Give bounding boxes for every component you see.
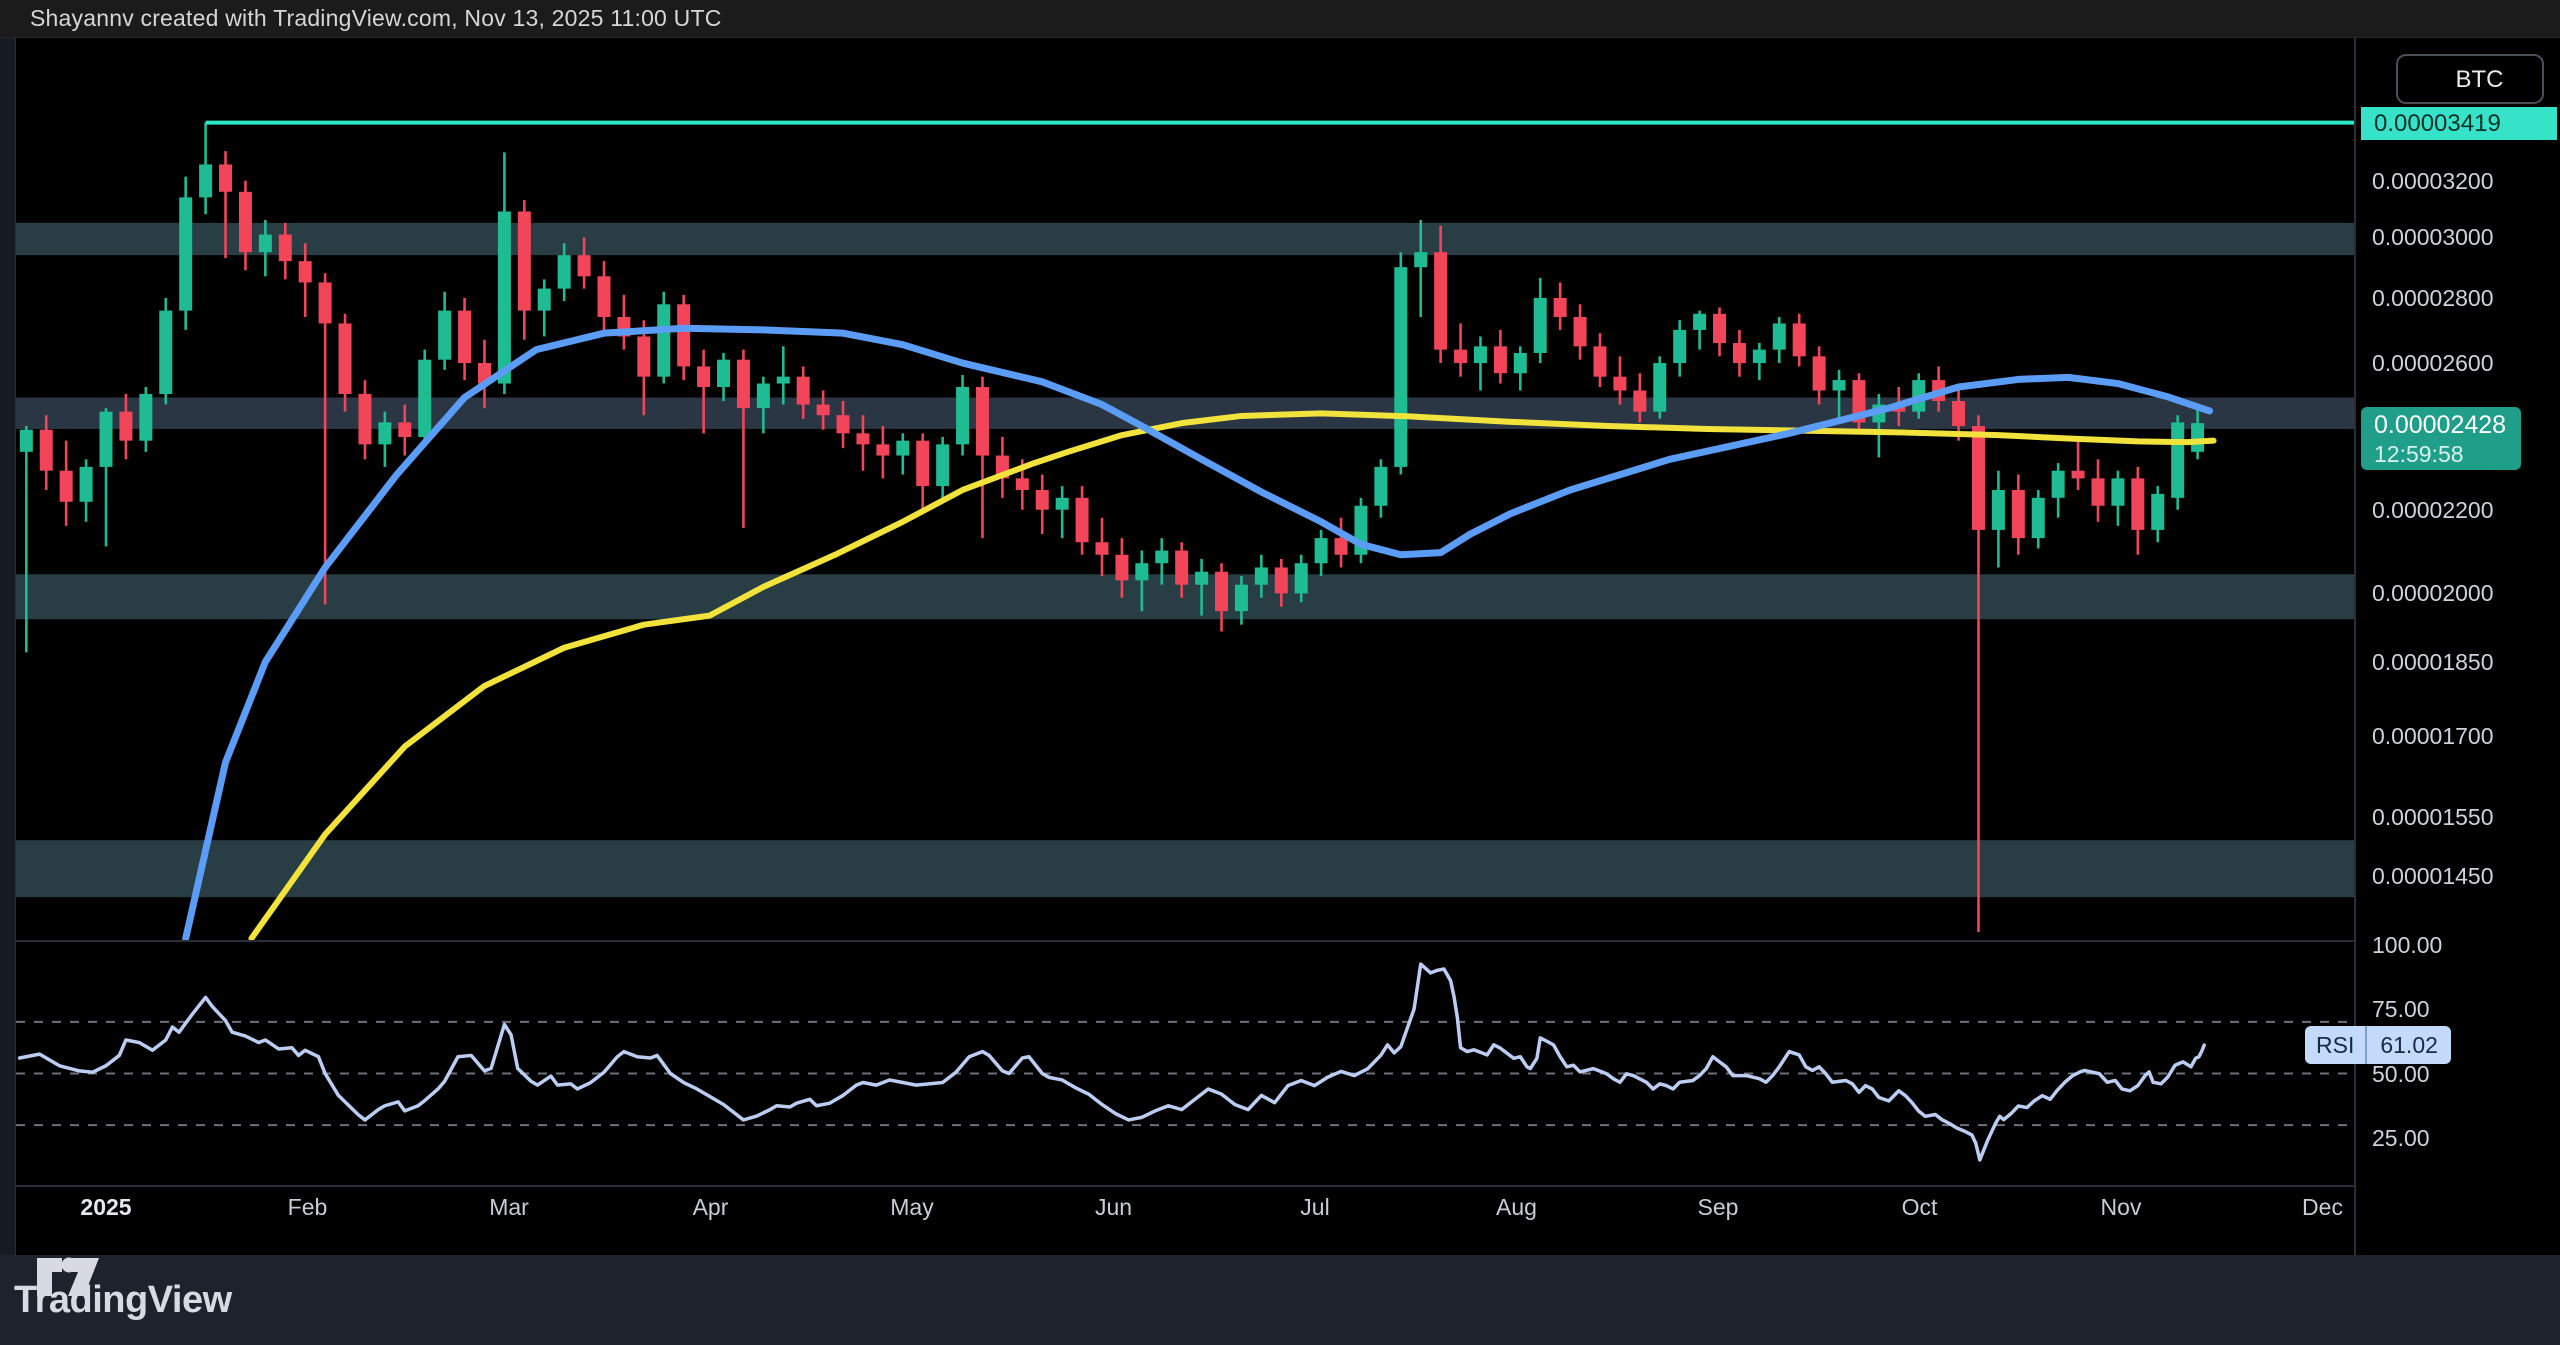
footer-bar: TradingView bbox=[0, 1255, 2560, 1345]
quote-currency-button[interactable]: BTC bbox=[2396, 54, 2544, 104]
time-axis-month-label: Sep bbox=[1673, 1194, 1763, 1221]
price-axis-label: 0.00002000 bbox=[2372, 579, 2494, 607]
price-axis-label: 0.00001700 bbox=[2372, 722, 2494, 750]
price-axis-label: 0.00003200 bbox=[2372, 167, 2494, 195]
price-axis-label: 0.00002600 bbox=[2372, 349, 2494, 377]
price-axis-label: 0.00001450 bbox=[2372, 862, 2494, 890]
bar-countdown: 12:59:58 bbox=[2374, 441, 2521, 468]
price-axis-label: 0.00001550 bbox=[2372, 803, 2494, 831]
rsi-badge: RSI 61.02 bbox=[2305, 1026, 2451, 1064]
chart-plot-svg bbox=[0, 0, 2560, 1345]
time-axis-month-label: Mar bbox=[464, 1194, 554, 1221]
time-axis-year-label: 2025 bbox=[61, 1194, 151, 1221]
rsi-axis-label: 75.00 bbox=[2372, 995, 2430, 1023]
rsi-layer bbox=[16, 964, 2355, 1160]
time-axis-month-label: Feb bbox=[263, 1194, 353, 1221]
rsi-badge-label: RSI bbox=[2305, 1026, 2367, 1064]
price-axis-label: 0.00002800 bbox=[2372, 284, 2494, 312]
left-gutter bbox=[0, 38, 16, 1255]
rsi-badge-value: 61.02 bbox=[2367, 1026, 2451, 1064]
rsi-axis-label: 100.00 bbox=[2372, 931, 2442, 959]
resistance-price-label: 0.00003419 bbox=[2361, 107, 2557, 140]
time-axis-month-label: Jul bbox=[1270, 1194, 1360, 1221]
price-axis-label: 0.00001850 bbox=[2372, 648, 2494, 676]
time-axis-month-label: Oct bbox=[1875, 1194, 1965, 1221]
time-axis-month-label: May bbox=[867, 1194, 957, 1221]
time-axis-month-label: Jun bbox=[1069, 1194, 1159, 1221]
rsi-axis-label: 25.00 bbox=[2372, 1124, 2430, 1152]
tradingview-chart-window: Shayannv created with TradingView.com, N… bbox=[0, 0, 2560, 1345]
time-axis-month-label: Aug bbox=[1472, 1194, 1562, 1221]
tradingview-logo-icon[interactable] bbox=[36, 1255, 100, 1299]
price-axis-label: 0.00003000 bbox=[2372, 223, 2494, 251]
time-axis-month-label: Apr bbox=[666, 1194, 756, 1221]
current-price-value: 0.00002428 bbox=[2374, 410, 2521, 441]
current-price-badge: 0.00002428 12:59:58 bbox=[2361, 407, 2521, 470]
time-axis-month-label: Dec bbox=[2278, 1194, 2368, 1221]
price-axis-label: 0.00002200 bbox=[2372, 496, 2494, 524]
time-axis-month-label: Nov bbox=[2076, 1194, 2166, 1221]
rsi-axis-label: 50.00 bbox=[2372, 1060, 2430, 1088]
